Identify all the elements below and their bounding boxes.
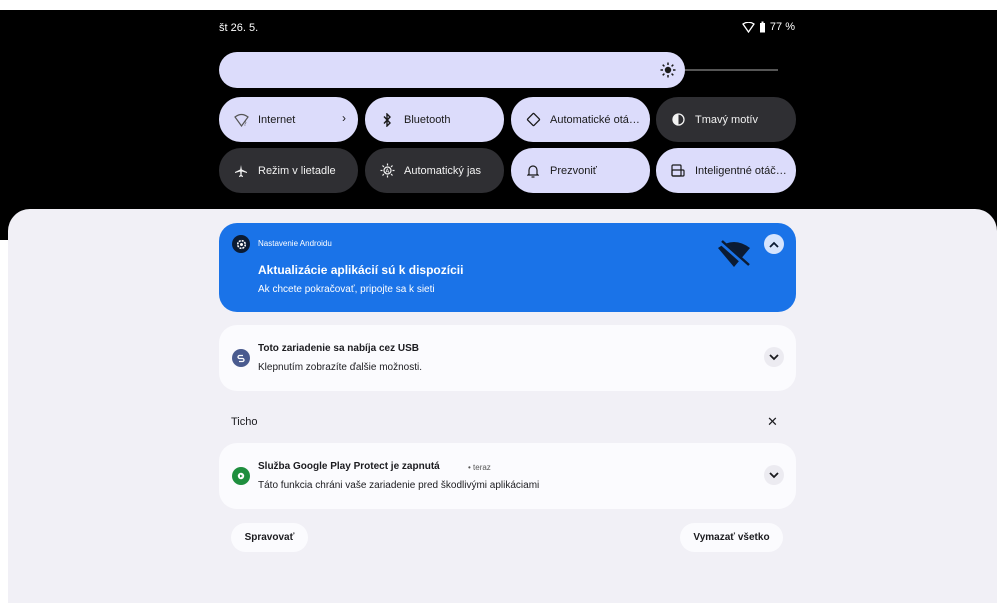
manage-button[interactable]: Spravovať xyxy=(231,523,308,552)
brightness-track xyxy=(685,69,778,71)
battery-icon xyxy=(759,21,765,33)
top-strip xyxy=(0,0,997,10)
status-date: št 26. 5. xyxy=(219,22,259,34)
brightness-slider[interactable] xyxy=(219,52,797,88)
silent-section-label: Ticho xyxy=(231,416,258,428)
rotate-icon xyxy=(525,112,541,128)
collapse-button[interactable] xyxy=(764,234,784,254)
usb-icon xyxy=(232,349,250,367)
tile-label: Internet xyxy=(258,113,296,126)
tile-airplane-mode[interactable]: Režim v lietadle xyxy=(219,148,358,193)
tile-smart-rotate[interactable]: Inteligentné otáč… xyxy=(656,148,796,193)
bell-icon xyxy=(525,163,541,179)
chevron-up-icon xyxy=(769,241,779,248)
expand-button[interactable] xyxy=(764,347,784,367)
tile-label: Bluetooth xyxy=(404,113,451,126)
notification-app-name: Nastavenie Androidu xyxy=(258,239,332,248)
wifi-off-icon xyxy=(718,240,750,268)
battery-percent: 77 % xyxy=(769,21,795,33)
settings-icon xyxy=(232,235,250,253)
chevron-right-icon: › xyxy=(342,111,346,125)
notification-title: Služba Google Play Protect je zapnutá xyxy=(258,461,440,472)
close-icon[interactable]: ✕ xyxy=(767,414,778,430)
tile-label: Tmavý motív xyxy=(695,113,758,126)
wifi-question-icon: ? xyxy=(233,112,249,128)
notification-play-protect[interactable]: Služba Google Play Protect je zapnutá • … xyxy=(219,443,796,509)
dark-theme-icon xyxy=(670,112,686,128)
wifi-icon xyxy=(742,21,755,33)
auto-brightness-icon: A xyxy=(379,163,395,179)
tile-label: Prezvoniť xyxy=(550,164,597,177)
svg-text:?: ? xyxy=(243,121,246,127)
brightness-icon xyxy=(660,62,676,78)
tile-auto-rotate[interactable]: Automatické otá… xyxy=(511,97,650,142)
tile-label: Inteligentné otáč… xyxy=(695,164,787,177)
notification-body: Klepnutím zobrazíte ďalšie možnosti. xyxy=(258,362,422,373)
notification-title: Aktualizácie aplikácií sú k dispozícii xyxy=(258,263,464,277)
tile-label: Automatické otá… xyxy=(550,113,640,126)
expand-button[interactable] xyxy=(764,465,784,485)
notification-usb-charging[interactable]: Toto zariadenie sa nabíja cez USB Klepnu… xyxy=(219,325,796,391)
chevron-down-icon xyxy=(769,471,779,478)
brightness-fill xyxy=(219,52,685,88)
notification-body: Táto funkcia chráni vaše zariadenie pred… xyxy=(258,480,540,491)
tile-auto-brightness[interactable]: A Automatický jas xyxy=(365,148,504,193)
tile-ring[interactable]: Prezvoniť xyxy=(511,148,650,193)
clear-all-button[interactable]: Vymazať všetko xyxy=(680,523,783,552)
tile-label: Režim v lietadle xyxy=(258,164,336,177)
notification-android-setup[interactable]: Nastavenie Androidu Aktualizácie aplikác… xyxy=(219,223,796,312)
play-protect-icon xyxy=(232,467,250,485)
tile-bluetooth[interactable]: Bluetooth xyxy=(365,97,504,142)
smart-rotate-icon xyxy=(670,163,686,179)
chevron-down-icon xyxy=(769,353,779,360)
tile-label: Automatický jas xyxy=(404,164,482,177)
notification-time: • teraz xyxy=(468,463,491,472)
bluetooth-icon xyxy=(379,112,395,128)
notification-title: Toto zariadenie sa nabíja cez USB xyxy=(258,343,419,354)
tile-dark-theme[interactable]: Tmavý motív xyxy=(656,97,796,142)
notification-body: Ak chcete pokračovať, pripojte sa k siet… xyxy=(258,284,435,295)
airplane-icon xyxy=(233,163,249,179)
status-icons: 77 % xyxy=(742,21,795,33)
tile-internet[interactable]: ? Internet › xyxy=(219,97,358,142)
status-bar: št 26. 5. 77 % xyxy=(219,19,797,37)
